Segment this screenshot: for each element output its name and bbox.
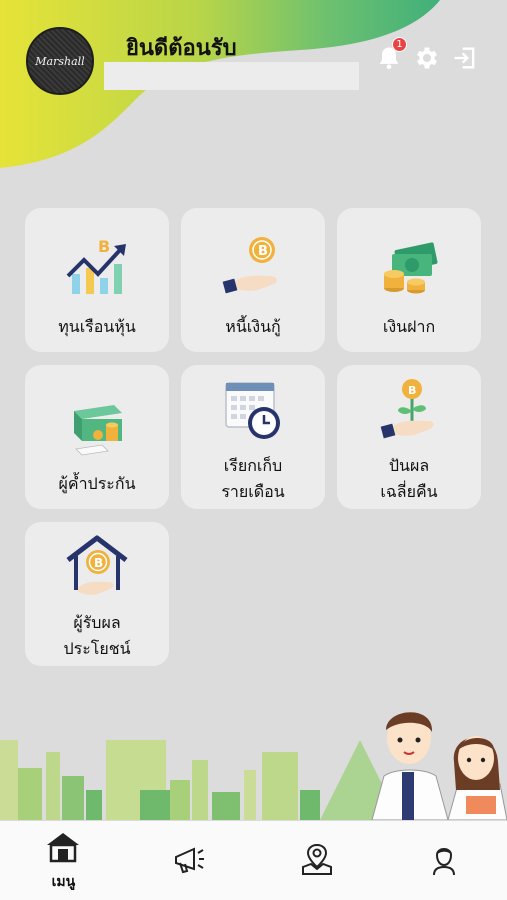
menu-label-dividend: ปันผล เฉลี่ยคืน: [380, 453, 437, 504]
woman-character: [447, 736, 507, 820]
menu-tile-deposit[interactable]: เงินฝาก: [337, 208, 481, 352]
dividend-plant-icon: B: [380, 379, 434, 439]
nav-item-location[interactable]: [254, 821, 381, 900]
man-character: [371, 712, 449, 820]
nav-item-menu[interactable]: เมนู: [0, 821, 127, 900]
nav-label-menu: เมนู: [51, 873, 76, 890]
menu-label-line2: ประโยชน์: [63, 638, 131, 658]
menu-label-guarantor: ผู้ค้ำประกัน: [58, 474, 136, 493]
stock-growth-icon: B: [66, 237, 126, 294]
menu-tile-loans[interactable]: B หนี้เงินกู้: [181, 208, 325, 352]
loan-coin-icon: B: [222, 237, 277, 294]
home-icon: [47, 832, 80, 862]
menu-label-line2: รายเดือน: [221, 481, 285, 501]
nav-news-icon-wrap: [172, 841, 208, 881]
notification-badge: 1: [392, 37, 407, 52]
city-illustration: [0, 712, 507, 820]
menu-label-share-capital: ทุนเรือนหุ้น: [58, 317, 136, 336]
logout-icon: [454, 47, 475, 69]
app-screen: Marshall ยินดีต้อนรับ 1 B ทุนเรือนหุ้น B…: [0, 0, 507, 900]
megaphone-icon: [175, 846, 205, 873]
beneficiary-house-icon: B: [66, 535, 128, 595]
calendar-clock-icon: [225, 382, 280, 439]
menu-tile-monthly-billing[interactable]: เรียกเก็บ รายเดือน: [181, 365, 325, 509]
deposit-money-icon: [384, 242, 438, 294]
nav-item-news[interactable]: [127, 821, 254, 900]
menu-label-line1: ปันผล: [388, 456, 430, 475]
user-name-placeholder: [104, 62, 359, 90]
settings-button[interactable]: [413, 44, 441, 72]
svg-text:B: B: [94, 556, 103, 570]
bottom-nav: เมนู: [0, 820, 507, 900]
page-title: ยินดีต้อนรับ: [126, 36, 237, 61]
menu-label-loans: หนี้เงินกู้: [225, 317, 281, 336]
nav-location-icon-wrap: [299, 841, 335, 881]
menu-label-line1: เรียกเก็บ: [223, 456, 283, 475]
notification-button[interactable]: 1: [375, 37, 407, 72]
avatar[interactable]: Marshall: [26, 27, 94, 95]
map-pin-icon: [301, 843, 332, 875]
logout-button[interactable]: [451, 44, 479, 72]
profile-icon: [432, 847, 455, 875]
menu-label-line1: ผู้รับผล: [73, 613, 121, 632]
gear-icon: [417, 47, 437, 69]
guarantor-icon: [74, 405, 122, 456]
menu-grid: B ทุนเรือนหุ้น B หนี้เงินกู้ เงินฝาก ผู้…: [25, 208, 485, 666]
menu-label-beneficiary: ผู้รับผล ประโยชน์: [63, 610, 130, 661]
menu-label-line2: เฉลี่ยคืน: [380, 481, 438, 501]
menu-label-deposit: เงินฝาก: [382, 317, 436, 336]
menu-tile-beneficiary[interactable]: B ผู้รับผล ประโยชน์: [25, 522, 169, 666]
menu-tile-guarantor[interactable]: ผู้ค้ำประกัน: [25, 365, 169, 509]
menu-tile-dividend[interactable]: B ปันผล เฉลี่ยคืน: [337, 365, 481, 509]
svg-text:B: B: [258, 244, 268, 259]
svg-text:B: B: [98, 237, 110, 256]
nav-home-icon-wrap: [45, 829, 81, 869]
nav-item-profile[interactable]: [380, 821, 507, 900]
svg-text:B: B: [408, 384, 416, 397]
menu-label-monthly-billing: เรียกเก็บ รายเดือน: [221, 453, 284, 504]
nav-profile-icon-wrap: [426, 841, 462, 881]
menu-tile-share-capital[interactable]: B ทุนเรือนหุ้น: [25, 208, 169, 352]
header-actions: 1: [375, 37, 479, 72]
avatar-logo-text: Marshall: [35, 54, 85, 68]
